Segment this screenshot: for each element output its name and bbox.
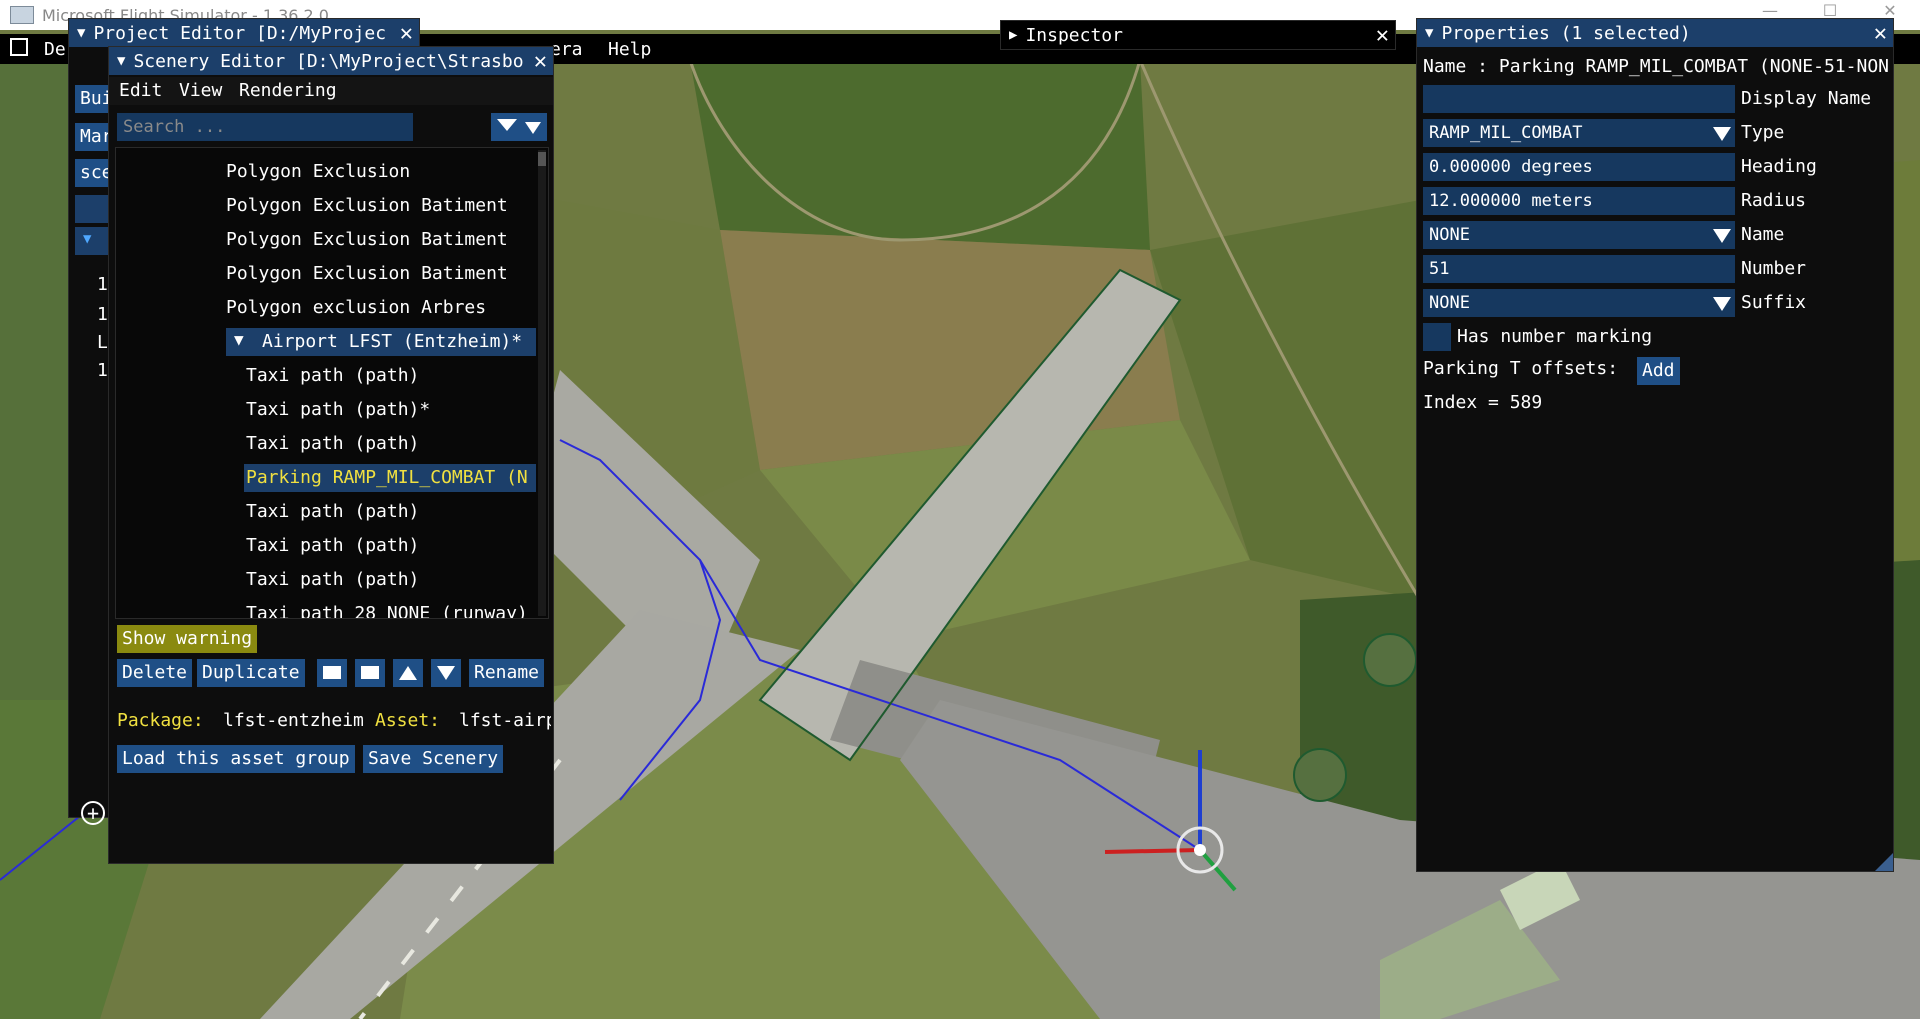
move-down-button[interactable] bbox=[431, 659, 461, 687]
expand-triangle-icon[interactable]: ▼ bbox=[83, 231, 91, 247]
display-name-label: Display Name bbox=[1741, 88, 1872, 109]
load-asset-group-button[interactable]: Load this asset group bbox=[117, 745, 355, 773]
filter-button[interactable] bbox=[491, 113, 547, 141]
expand-triangle-icon[interactable]: ▶ bbox=[1009, 27, 1017, 43]
tree-item[interactable]: Taxi path (path) bbox=[246, 362, 419, 390]
tree-item[interactable]: Polygon Exclusion Batiment bbox=[226, 260, 508, 288]
number-label: Number bbox=[1741, 258, 1807, 279]
radius-input[interactable]: 12.000000 meters bbox=[1423, 187, 1735, 215]
delete-button[interactable]: Delete bbox=[117, 659, 193, 687]
index-line: Index = 589 bbox=[1423, 392, 1543, 413]
add-offset-button[interactable]: Add bbox=[1637, 357, 1680, 385]
tree-item-airport[interactable]: Airport LFST (Entzheim)* bbox=[262, 328, 522, 356]
close-icon[interactable]: ✕ bbox=[400, 21, 413, 46]
chevron-down-icon[interactable] bbox=[1713, 229, 1731, 243]
expand-triangle-icon[interactable]: ▼ bbox=[234, 330, 244, 349]
tree-label[interactable]: 1 bbox=[97, 301, 108, 329]
save-scenery-button[interactable]: Save Scenery bbox=[363, 745, 504, 773]
scenery-editor-titlebar[interactable]: ▼ Scenery Editor [D:\MyProject\Strasbo ✕ bbox=[109, 47, 553, 75]
menu-item-dev[interactable]: De bbox=[44, 39, 66, 60]
package-label: Package: bbox=[117, 710, 204, 731]
inspector-titlebar[interactable]: ▶ Inspector ✕ bbox=[1001, 21, 1395, 49]
chevron-down-icon bbox=[525, 122, 541, 134]
show-warning-button[interactable]: Show warning bbox=[117, 625, 258, 653]
chevron-down-icon[interactable] bbox=[1713, 297, 1731, 311]
has-number-marking-checkbox[interactable] bbox=[1423, 323, 1451, 351]
menu-item-help[interactable]: Help bbox=[608, 39, 651, 60]
scrollbar-thumb[interactable] bbox=[538, 152, 546, 166]
name-select[interactable]: NONE bbox=[1423, 221, 1735, 249]
menu-edit[interactable]: Edit bbox=[119, 77, 162, 105]
asset-value: lfst-airp bbox=[459, 710, 551, 731]
tree-item[interactable]: Taxi path 28 NONE (runway) bbox=[246, 600, 528, 618]
scenery-editor-title: Scenery Editor [D:\MyProject\Strasbo bbox=[133, 50, 524, 72]
editor-menu-icon[interactable] bbox=[10, 38, 28, 56]
collapse-triangle-icon[interactable]: ▼ bbox=[1425, 25, 1433, 41]
add-circle-icon[interactable]: + bbox=[81, 801, 105, 825]
arrow-up-icon bbox=[399, 666, 417, 680]
type-select[interactable]: RAMP_MIL_COMBAT bbox=[1423, 119, 1735, 147]
close-icon[interactable]: ✕ bbox=[534, 49, 547, 74]
inspector-panel: ▶ Inspector ✕ bbox=[1000, 20, 1396, 50]
rename-button[interactable]: Rename bbox=[469, 659, 545, 687]
asset-label: Asset: bbox=[375, 710, 441, 731]
resize-grip[interactable] bbox=[1875, 853, 1893, 871]
chevron-down-icon[interactable] bbox=[1713, 127, 1731, 141]
menu-rendering[interactable]: Rendering bbox=[239, 77, 337, 105]
properties-title: Properties (1 selected) bbox=[1441, 22, 1691, 44]
scenery-tree: Polygon Exclusion Polygon Exclusion Batim… bbox=[115, 147, 549, 619]
menu-item-camera[interactable]: era bbox=[550, 39, 583, 60]
tree-item[interactable]: Polygon Exclusion Batiment bbox=[226, 192, 508, 220]
tree-item[interactable]: Taxi path (path) bbox=[246, 430, 419, 458]
tree-item[interactable]: Taxi path (path)* bbox=[246, 396, 430, 424]
project-editor-titlebar[interactable]: ▼ Project Editor [D:/MyProjec ✕ bbox=[69, 19, 419, 47]
has-number-marking-label: Has number marking bbox=[1457, 326, 1653, 347]
package-value: lfst-entzheim bbox=[223, 710, 364, 731]
tree-label[interactable]: 1 bbox=[97, 357, 108, 385]
search-input[interactable]: Search ... bbox=[117, 113, 413, 141]
name-line: Name : Parking RAMP_MIL_COMBAT (NONE-51-… bbox=[1423, 56, 1889, 77]
scenery-editor-panel: ▼ Scenery Editor [D:\MyProject\Strasbo ✕… bbox=[108, 46, 554, 864]
tree-label[interactable]: 1 bbox=[97, 271, 108, 299]
tree-item[interactable]: Polygon Exclusion bbox=[226, 158, 410, 186]
heading-label: Heading bbox=[1741, 156, 1817, 177]
display-name-input[interactable] bbox=[1423, 85, 1735, 113]
number-input[interactable]: 51 bbox=[1423, 255, 1735, 283]
tree-item[interactable]: Taxi path (path) bbox=[246, 566, 419, 594]
new-folder-button[interactable] bbox=[317, 659, 347, 687]
suffix-select[interactable]: NONE bbox=[1423, 289, 1735, 317]
app-icon bbox=[10, 6, 34, 24]
tree-item[interactable]: Polygon Exclusion Batiment bbox=[226, 226, 508, 254]
project-editor-title: Project Editor [D:/MyProjec bbox=[93, 22, 387, 44]
collapse-triangle-icon[interactable]: ▼ bbox=[117, 53, 125, 69]
close-icon[interactable]: ✕ bbox=[1376, 23, 1389, 48]
filter-icon bbox=[497, 119, 517, 131]
tree-scrollbar[interactable] bbox=[538, 150, 546, 616]
type-label: Type bbox=[1741, 122, 1785, 143]
menu-view[interactable]: View bbox=[179, 77, 222, 105]
duplicate-button[interactable]: Duplicate bbox=[197, 659, 305, 687]
suffix-label: Suffix bbox=[1741, 292, 1807, 313]
tree-item[interactable]: Polygon exclusion Arbres bbox=[226, 294, 486, 322]
folder-plus-icon bbox=[323, 666, 341, 679]
inspector-title: Inspector bbox=[1025, 24, 1123, 46]
name-label: Name bbox=[1741, 224, 1785, 245]
properties-titlebar[interactable]: ▼ Properties (1 selected) ✕ bbox=[1417, 19, 1893, 47]
folder-move-icon bbox=[361, 666, 379, 679]
arrow-down-icon bbox=[437, 666, 455, 680]
scenery-menubar: Edit View Rendering bbox=[109, 77, 553, 105]
move-up-button[interactable] bbox=[393, 659, 423, 687]
properties-panel: ▼ Properties (1 selected) ✕ Name : Parki… bbox=[1416, 18, 1894, 872]
tree-item[interactable]: Taxi path (path) bbox=[246, 498, 419, 526]
close-icon[interactable]: ✕ bbox=[1874, 21, 1887, 46]
radius-label: Radius bbox=[1741, 190, 1807, 211]
heading-input[interactable]: 0.000000 degrees bbox=[1423, 153, 1735, 181]
tree-label[interactable]: L bbox=[97, 329, 108, 357]
parking-offsets-label: Parking T offsets: bbox=[1423, 358, 1619, 379]
tree-item-selected[interactable]: Parking RAMP_MIL_COMBAT (N bbox=[246, 464, 528, 492]
tree-item[interactable]: Taxi path (path) bbox=[246, 532, 419, 560]
collapse-triangle-icon[interactable]: ▼ bbox=[77, 25, 85, 41]
move-to-folder-button[interactable] bbox=[355, 659, 385, 687]
